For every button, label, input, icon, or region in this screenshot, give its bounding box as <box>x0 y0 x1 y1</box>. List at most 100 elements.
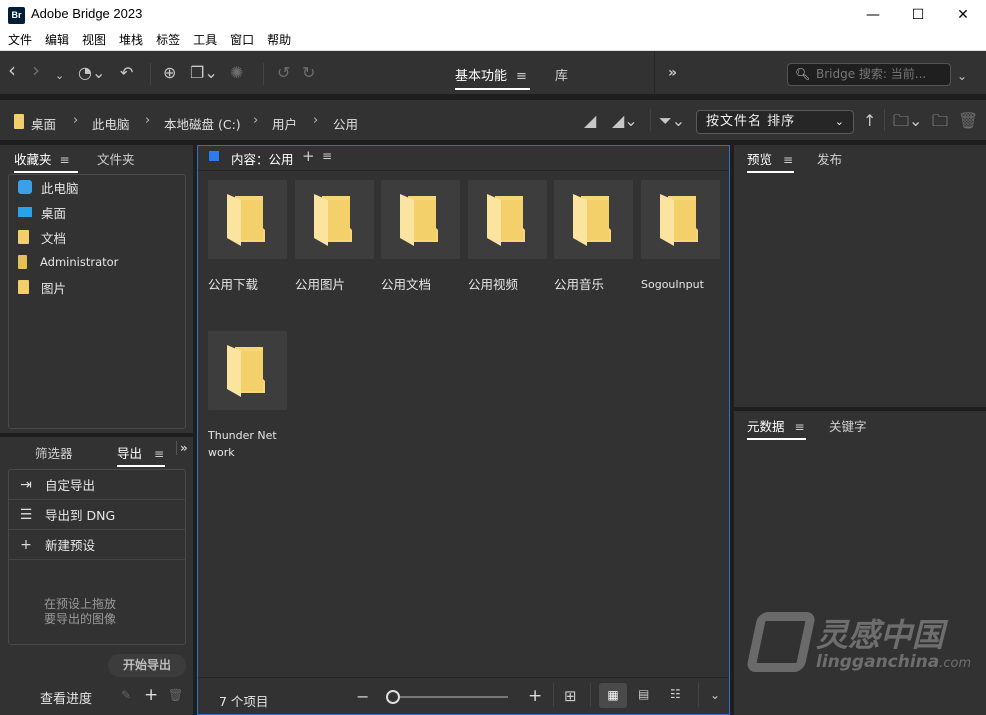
copy-to-icon[interactable]: ❐⌄ <box>190 64 218 82</box>
menu-edit[interactable]: 编辑 <box>45 30 69 50</box>
search-input[interactable]: 🔍︎ Bridge 搜索: 当前... <box>787 63 951 86</box>
thumbnail[interactable] <box>208 180 287 259</box>
recent-folders-icon[interactable]: 🗀⌄ <box>893 112 922 130</box>
reveal-icon[interactable]: ✺ <box>230 64 243 82</box>
thumbnail[interactable] <box>208 331 287 410</box>
favorite-administrator[interactable]: Administrator <box>18 253 118 271</box>
menu-tools[interactable]: 工具 <box>193 30 217 50</box>
tab-publish[interactable]: 发布 <box>817 149 842 168</box>
tab-filter[interactable]: 筛选器 <box>35 443 73 462</box>
slider-handle[interactable] <box>386 690 400 704</box>
breadcrumb-desktop[interactable]: 桌面 <box>31 114 56 133</box>
chevron-right-icon[interactable]: › <box>145 113 150 128</box>
search-options-chevron-icon[interactable]: ⌄ <box>957 67 967 85</box>
view-options-chevron-icon[interactable]: ⌄ <box>710 688 720 702</box>
thumbnail-item[interactable]: 公用图片 <box>295 180 379 293</box>
tab-export[interactable]: 导出 ≡ <box>117 443 165 467</box>
sort-ascending-icon[interactable]: ↑ <box>863 112 876 130</box>
forward-icon[interactable]: › <box>32 60 40 80</box>
delete-icon[interactable]: 🗑 <box>958 112 978 130</box>
add-icon[interactable]: + <box>144 685 158 705</box>
edit-icon[interactable]: ✎ <box>121 688 131 702</box>
thumbnail[interactable] <box>295 180 374 259</box>
thumbnail-item[interactable]: 公用视频 <box>468 180 552 293</box>
start-export-button[interactable]: 开始导出 <box>108 654 186 677</box>
back-icon[interactable]: ‹ <box>8 60 16 80</box>
menu-window[interactable]: 窗口 <box>230 30 254 50</box>
recent-history-icon[interactable]: ◔⌄ <box>78 64 105 82</box>
thumbnail[interactable] <box>554 180 633 259</box>
sort-dropdown[interactable]: 按文件名 排序 ⌄ <box>696 110 854 134</box>
thumbnail[interactable] <box>381 180 460 259</box>
tab-keywords[interactable]: 关键字 <box>829 416 867 435</box>
grid-lock-icon[interactable]: ⊞ <box>564 687 577 705</box>
favorite-desktop[interactable]: 桌面 <box>18 203 66 221</box>
menu-icon[interactable]: ≡ <box>516 69 527 84</box>
menu-file[interactable]: 文件 <box>8 30 32 50</box>
menu-icon[interactable]: ≡ <box>154 447 164 461</box>
thumbnail[interactable] <box>641 180 720 259</box>
breadcrumb-users[interactable]: 用户 <box>272 114 297 133</box>
tab-metadata[interactable]: 元数据 ≡ <box>747 416 806 440</box>
export-custom[interactable]: ⇥ 自定导出 <box>9 470 186 500</box>
menu-help[interactable]: 帮助 <box>267 30 291 50</box>
menu-icon[interactable]: ≡ <box>60 153 70 167</box>
rotate-right-icon[interactable]: ↻ <box>302 64 315 82</box>
add-tab-icon[interactable]: + <box>302 147 315 165</box>
menu-icon[interactable]: ≡ <box>795 420 805 434</box>
menu-icon[interactable]: ≡ <box>322 149 332 163</box>
thumbnail-item[interactable]: 公用文档 <box>381 180 465 293</box>
content-title: 内容：公用 <box>231 152 294 167</box>
zoom-out-icon[interactable]: − <box>356 687 369 706</box>
documents-icon <box>18 230 29 244</box>
view-details-icon[interactable]: ▤ <box>638 687 649 701</box>
boomerang-icon[interactable]: ↶ <box>120 64 133 82</box>
tab-folders[interactable]: 文件夹 <box>97 149 135 168</box>
rotate-left-icon[interactable]: ↺ <box>277 64 290 82</box>
tab-favorites[interactable]: 收藏夹 ≡ <box>14 149 78 173</box>
chevron-right-icon[interactable]: › <box>313 113 318 128</box>
close-button[interactable]: ✕ <box>940 0 986 30</box>
thumbnail-item[interactable]: 公用音乐 <box>554 180 638 293</box>
favorite-this-pc[interactable]: 此电脑 <box>18 178 79 196</box>
thumbnail-item[interactable]: SogouInput <box>641 180 725 293</box>
menu-view[interactable]: 视图 <box>82 30 106 50</box>
expand-panel-icon[interactable]: » <box>176 441 188 455</box>
drop-hint: 在预设上拖放 要导出的图像 <box>44 597 117 626</box>
favorite-pictures[interactable]: 图片 <box>18 278 66 296</box>
export-to-dng[interactable]: ☰ 导出到 DNG <box>9 500 186 530</box>
view-progress-link[interactable]: 查看进度 <box>40 688 92 707</box>
new-preset[interactable]: + 新建预设 <box>9 530 186 560</box>
zoom-in-icon[interactable]: + <box>528 686 542 706</box>
view-thumbnails-button[interactable]: ▦ <box>599 683 627 708</box>
thumbnail[interactable] <box>468 180 547 259</box>
breadcrumb-this-pc[interactable]: 此电脑 <box>92 114 130 133</box>
filter-icon[interactable]: ⏷⌄ <box>659 112 685 130</box>
breadcrumb-local-disk[interactable]: 本地磁盘 (C:) <box>164 114 241 133</box>
menu-label[interactable]: 标签 <box>156 30 180 50</box>
search-icon: 🔍︎ <box>795 67 811 81</box>
chevron-right-icon[interactable]: › <box>253 113 258 128</box>
maximize-button[interactable]: ☐ <box>895 0 941 30</box>
favorite-documents[interactable]: 文档 <box>18 228 66 246</box>
thumbnail-item[interactable]: Thunder Network <box>208 331 287 461</box>
workspace-tab-libraries[interactable]: 库 <box>555 65 568 84</box>
new-folder-icon[interactable]: 🗀 <box>932 112 948 130</box>
tab-preview[interactable]: 预览 ≡ <box>747 149 794 173</box>
quality-icon[interactable]: ◢ <box>584 112 596 130</box>
view-list-icon[interactable]: ☷ <box>670 687 681 701</box>
breadcrumb-public[interactable]: 公用 <box>333 114 358 133</box>
chevron-right-icon[interactable]: › <box>73 113 78 128</box>
minimize-button[interactable]: — <box>850 0 896 30</box>
delete-icon[interactable]: 🗑 <box>168 688 183 702</box>
menu-stack[interactable]: 堆栈 <box>119 30 143 50</box>
thumbnail-item[interactable]: 公用下载 <box>208 180 292 293</box>
thumbnail-size-slider[interactable] <box>386 690 508 704</box>
workspace-tab-essentials[interactable]: 基本功能 ≡ <box>455 65 530 90</box>
folder-icon <box>400 194 438 246</box>
more-workspaces-icon[interactable]: » <box>668 64 677 82</box>
chevron-down-icon[interactable]: ⌄ <box>55 67 64 85</box>
rating-filter-icon[interactable]: ◢⌄ <box>612 112 638 130</box>
camera-import-icon[interactable]: ⊕ <box>163 64 176 82</box>
menu-icon[interactable]: ≡ <box>783 153 793 167</box>
